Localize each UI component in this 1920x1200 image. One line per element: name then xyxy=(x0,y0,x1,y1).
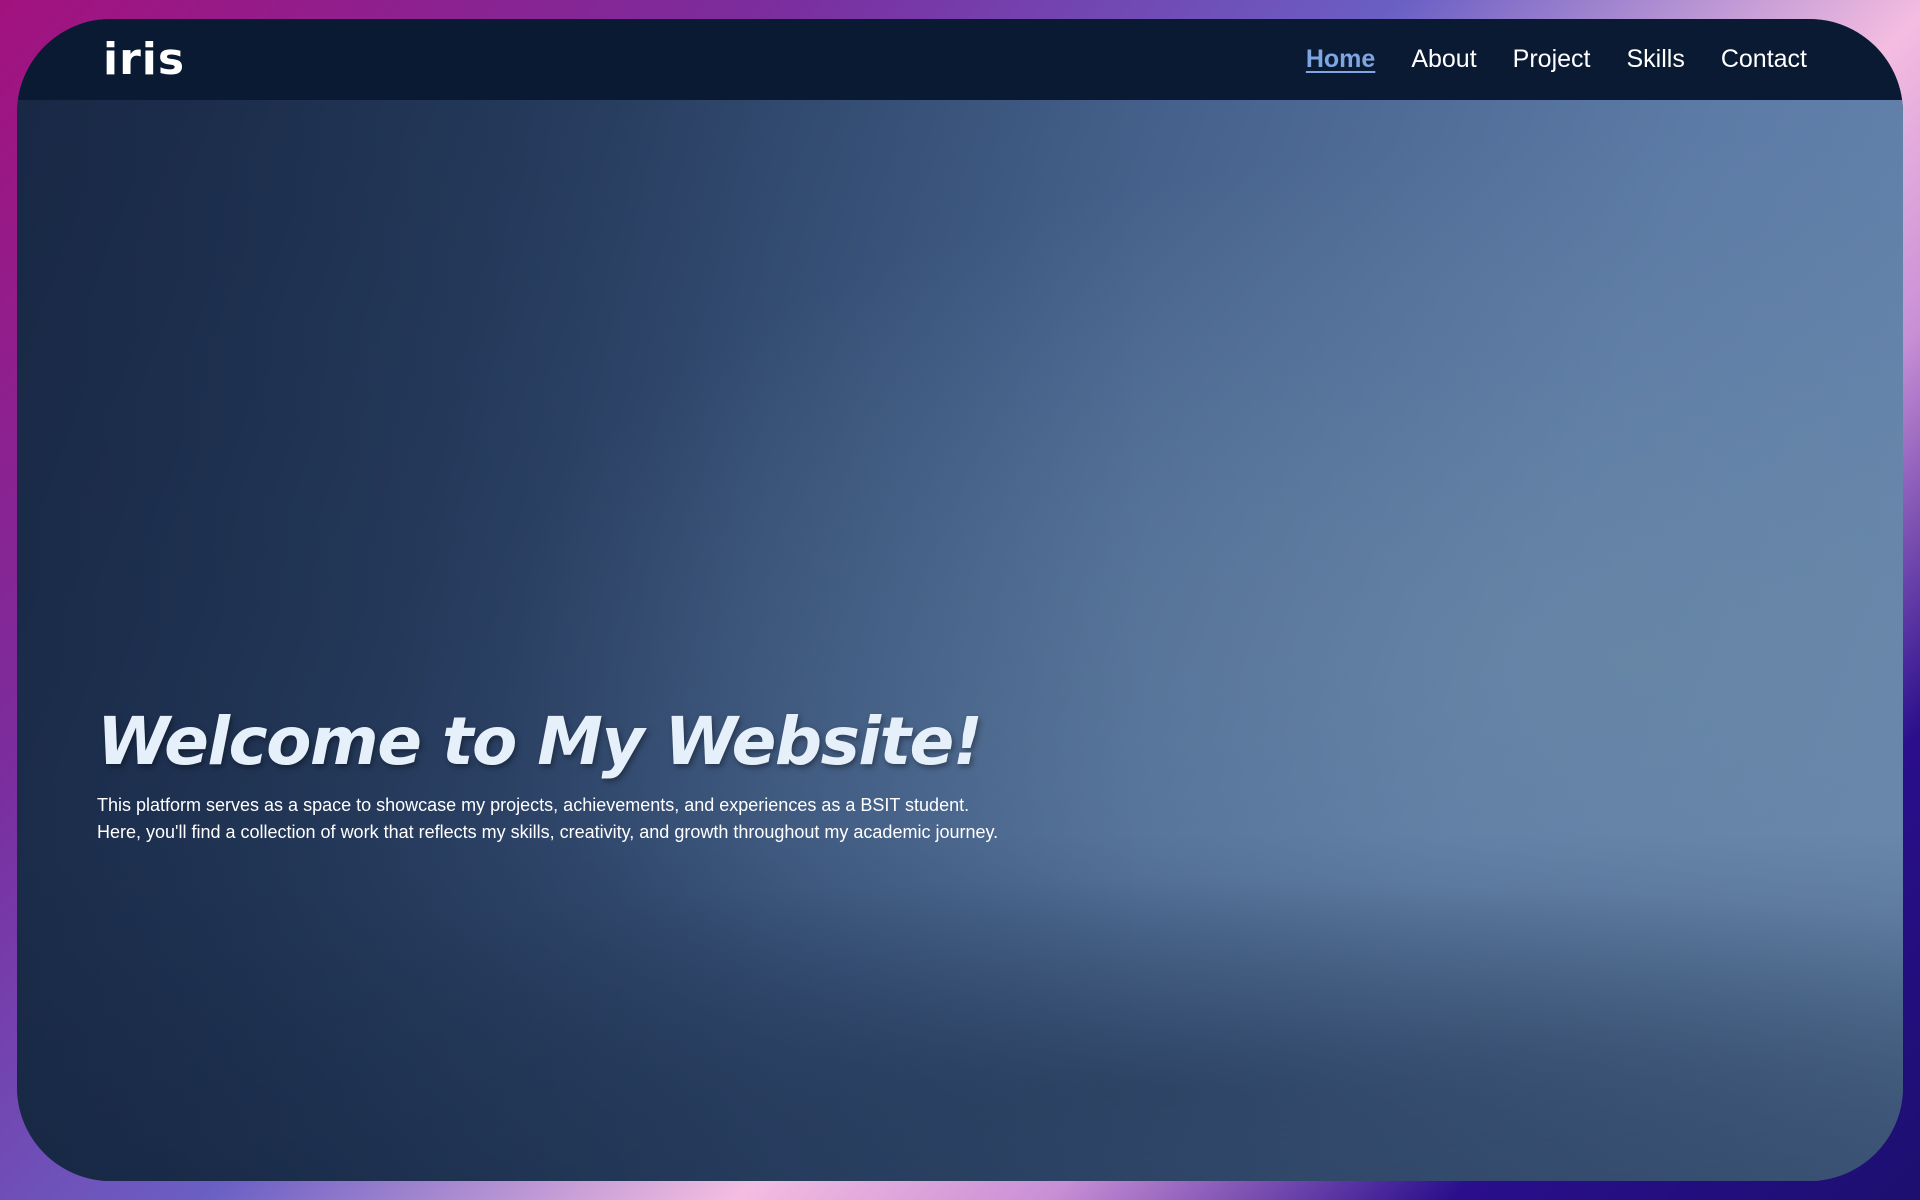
nav-link-skills[interactable]: Skills xyxy=(1626,45,1684,74)
hero-description: This platform serves as a space to showc… xyxy=(97,792,1397,846)
nav-link-contact[interactable]: Contact xyxy=(1721,45,1807,74)
hero-title: Welcome to My Website! xyxy=(97,703,983,780)
nav-link-about[interactable]: About xyxy=(1411,45,1476,74)
navbar: iris Home About Project Skills Contact xyxy=(17,19,1903,100)
hero-section: Welcome to My Website! This platform ser… xyxy=(97,704,1397,846)
hero-description-line-1: This platform serves as a space to showc… xyxy=(97,794,970,815)
hero-background-shade xyxy=(17,19,1903,1181)
browser-frame: iris Home About Project Skills Contact W… xyxy=(17,19,1903,1181)
nav-link-project[interactable]: Project xyxy=(1513,45,1591,74)
site-logo[interactable]: iris xyxy=(103,37,185,82)
hero-description-line-2: Here, you'll find a collection of work t… xyxy=(97,821,999,842)
nav-links: Home About Project Skills Contact xyxy=(1306,45,1807,74)
nav-link-home[interactable]: Home xyxy=(1306,45,1375,74)
